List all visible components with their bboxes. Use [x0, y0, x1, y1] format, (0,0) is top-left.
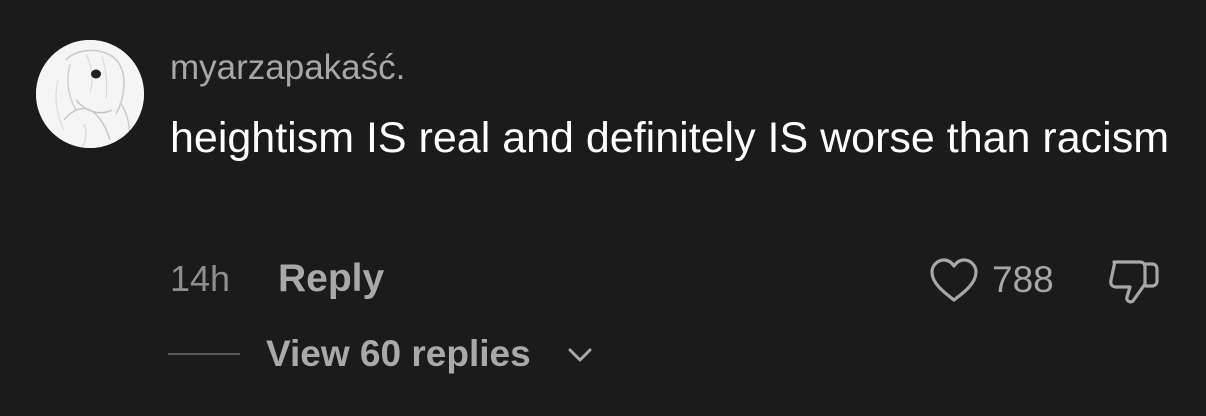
view-replies-row: View 60 replies	[0, 330, 1206, 380]
like-count: 788	[992, 259, 1054, 300]
avatar[interactable]	[36, 40, 144, 148]
replies-divider	[168, 353, 240, 355]
heart-icon[interactable]	[928, 256, 980, 304]
comment: myarzapakaść. heightism IS real and defi…	[0, 0, 1206, 416]
chevron-down-icon[interactable]	[566, 346, 594, 364]
view-replies-button[interactable]: View 60 replies	[266, 332, 531, 376]
comment-text: heightism IS real and definitely IS wors…	[170, 114, 1170, 162]
thumbs-down-icon[interactable]	[1106, 254, 1162, 306]
reply-button[interactable]: Reply	[278, 256, 384, 302]
comment-username[interactable]: myarzapakaść.	[170, 48, 405, 88]
comment-actions: 14h Reply 788	[0, 252, 1206, 306]
comment-timestamp: 14h	[170, 258, 231, 299]
